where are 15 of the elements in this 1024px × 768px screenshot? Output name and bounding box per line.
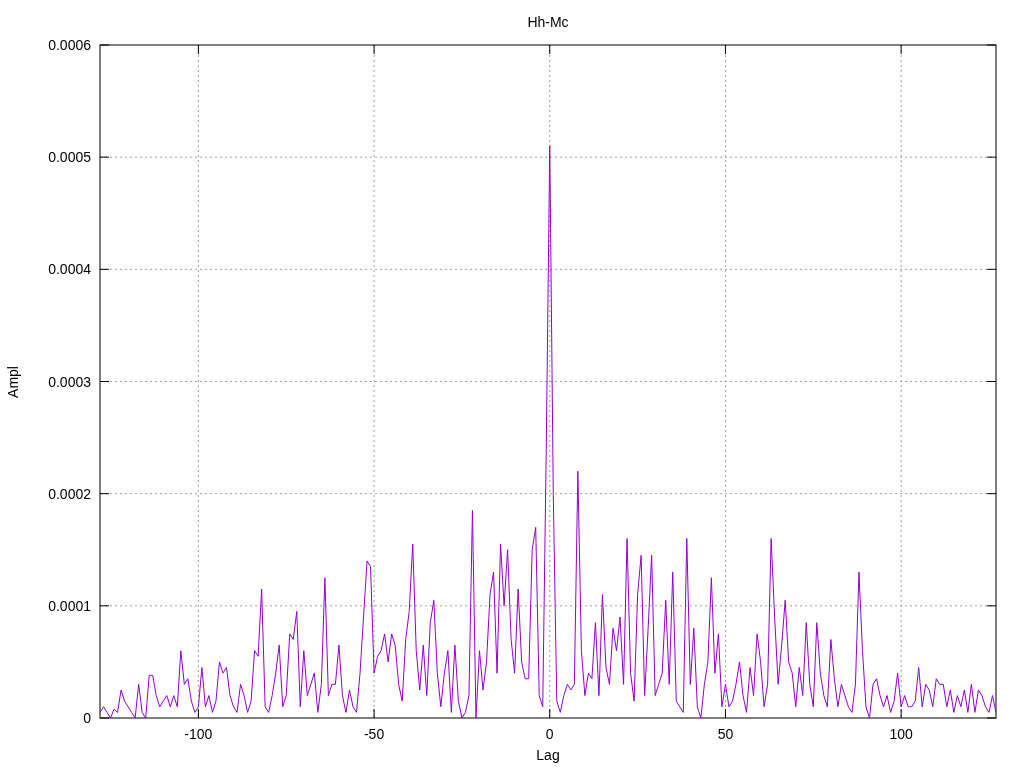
x-axis-label: Lag (536, 747, 560, 763)
y-tick-label: 0.0003 (48, 373, 91, 390)
y-axis-label: Ampl (5, 366, 21, 398)
chart-title: Hh-Mc (527, 14, 569, 30)
y-tick-label: 0 (83, 710, 91, 726)
x-tick-label: 100 (889, 726, 913, 742)
y-tick-label: 0.0002 (48, 485, 91, 502)
x-tick-label: 0 (545, 726, 554, 742)
x-tick-label: -50 (363, 726, 385, 742)
y-tick-label: 0.0001 (48, 597, 91, 614)
y-tick-label: 0.0005 (48, 149, 91, 166)
y-tick-label: 0.0006 (48, 37, 91, 53)
y-tick-label: 0.0004 (48, 261, 91, 278)
x-tick-label: -100 (184, 726, 213, 742)
x-tick-label: 50 (717, 726, 734, 742)
